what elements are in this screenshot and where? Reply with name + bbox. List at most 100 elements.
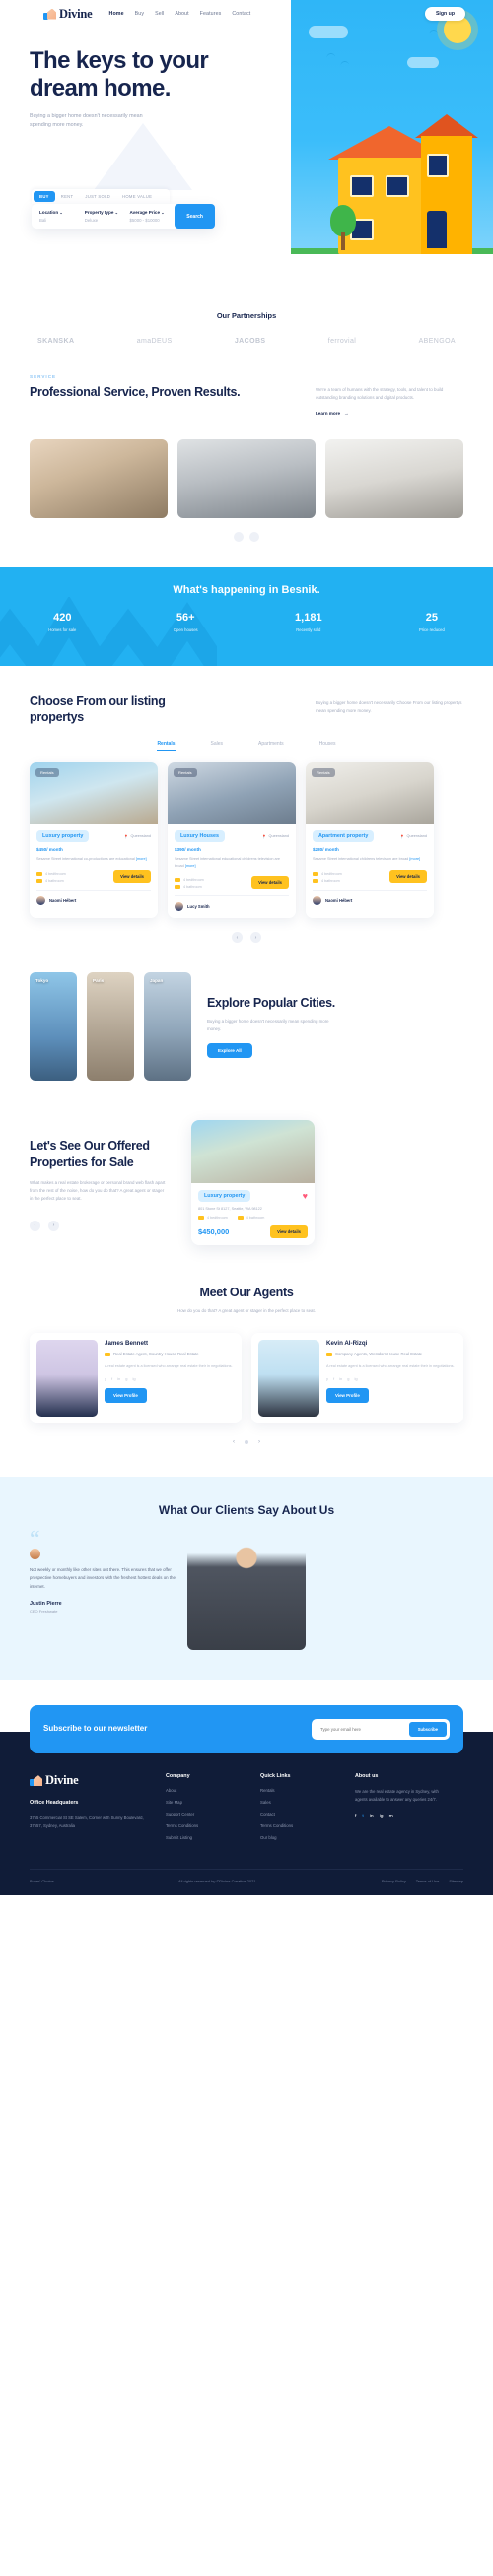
listing-agent[interactable]: Naomi Hébert [36,889,151,905]
carousel-dot[interactable] [245,1439,248,1444]
main-nav[interactable]: Divine Home Buy Sell About Features Cont… [0,0,291,28]
agent-card[interactable]: Kevin Al-Rizqi Company Agents, Westdorn … [251,1332,463,1423]
footer-link-support-center[interactable]: Support Center [166,1812,243,1816]
carousel-prev-button[interactable]: ‹ [30,1220,40,1231]
carousel-prev-button[interactable]: ‹ [232,932,243,944]
tab-sales[interactable]: Sales [211,741,224,751]
footer-sitemap-link[interactable]: Sitemap [449,1879,463,1883]
nav-item-sell[interactable]: Sell [155,11,164,17]
listing-more-link[interactable]: [more] [136,857,147,861]
agent-socials[interactable]: y f in g ig [326,1376,455,1381]
view-details-button[interactable]: View details [113,869,151,883]
subscribe-button[interactable]: Subscribe [408,1722,447,1738]
footer-link-contact[interactable]: Contact [260,1812,337,1816]
footer-link-rentals[interactable]: Rentals [260,1788,337,1793]
twitter-icon[interactable]: y [326,1376,328,1381]
listing-card[interactable]: Rentals Apartment property 📍 Queensland … [306,762,434,919]
facebook-icon[interactable]: f [355,1814,356,1819]
carousel-prev-button[interactable] [234,531,244,542]
carousel-next-button[interactable]: › [250,932,261,944]
view-profile-button[interactable]: View Profile [105,1387,147,1403]
footer-link-submit-listing[interactable]: Submit Listing [166,1835,243,1840]
footer-link-our-blog[interactable]: Our blog [260,1835,337,1840]
carousel-prev-button[interactable]: ‹ [233,1439,235,1445]
carousel-next-button[interactable]: › [48,1220,59,1231]
search-field-property-type[interactable]: Property type ⌄ Deluxe [85,210,130,223]
listing-agent[interactable]: Lucy Smith [175,895,289,912]
instagram-icon[interactable]: ig [354,1376,357,1381]
agent-socials[interactable]: y f in g ig [105,1376,233,1381]
search-field-average-price[interactable]: Average Price ⌄ $5000 - $10000 [130,210,176,223]
brand-logo[interactable]: Divine [43,7,93,22]
carousel-next-button[interactable] [249,531,259,542]
carousel-next-button[interactable]: › [258,1439,260,1445]
search-tab-buy[interactable]: BUY [34,191,55,202]
search-button[interactable]: Search [175,204,215,229]
listing-image: Rentals [306,762,434,825]
listings-tabs[interactable]: Rentals Sales Apartments Houses [30,741,463,752]
heart-icon[interactable]: ♥ [303,1191,308,1201]
google-icon[interactable]: g [125,1376,127,1381]
footer-link-about[interactable]: About [166,1788,243,1793]
nav-item-features[interactable]: Features [200,11,222,17]
learn-more-link[interactable]: Learn more → [316,411,349,416]
linkedin-icon[interactable]: in [370,1814,374,1819]
footer-brand-logo[interactable]: Divine [30,1773,148,1788]
footer-link-terms[interactable]: Terms Conditions [260,1823,337,1828]
agent-card[interactable]: James Bennett Real Estate Agent, Country… [30,1332,242,1423]
search-field-location[interactable]: Location ⌄ Bali [39,210,85,223]
view-details-button[interactable]: View details [251,876,289,890]
footer-terms-of-use-link[interactable]: Terms of Use [416,1879,440,1883]
twitter-icon[interactable]: t [362,1814,363,1819]
search-tab-just-sold[interactable]: JUST SOLD [79,191,116,202]
nav-item-buy[interactable]: Buy [135,11,144,17]
newsletter-email-input[interactable] [315,1727,409,1733]
agents-section: Meet Our Agents How do you do that? A gr… [0,1245,493,1445]
footer-privacy-policy-link[interactable]: Privacy Policy [382,1879,406,1883]
facebook-icon[interactable]: f [333,1376,334,1381]
newsletter-form[interactable]: Subscribe [312,1719,450,1741]
listing-more-link[interactable]: [more] [185,864,196,868]
nav-item-home[interactable]: Home [109,11,124,17]
offered-property-card[interactable]: Luxury property ♥ 801 Stone St 8127, Sea… [191,1120,315,1245]
view-details-button[interactable]: View details [389,869,427,883]
twitter-icon[interactable]: y [105,1376,106,1381]
listing-more-link[interactable]: [more] [409,857,420,861]
linkedin-icon[interactable]: in [117,1376,120,1381]
tab-rentals[interactable]: Rentals [157,741,176,752]
instagram-icon[interactable]: ig [380,1814,384,1819]
footer-bottom-links[interactable]: Privacy Policy Terms of Use Sitemap [382,1879,463,1883]
search-tabs[interactable]: BUY RENT JUST SOLD HOME VALUE [32,189,170,204]
footer-link-sitemap[interactable]: Site Map [166,1800,243,1805]
facebook-icon[interactable]: f [111,1376,112,1381]
agents-carousel-controls[interactable]: ‹ › [30,1439,463,1445]
nav-item-contact[interactable]: Contact [232,11,250,17]
footer-link-sales[interactable]: Sales [260,1800,337,1805]
listing-card[interactable]: Rentals Luxury Houses 📍 Queensland $390/… [168,762,296,919]
city-card[interactable]: Paris [87,972,134,1082]
offered-view-details-button[interactable]: View details [270,1224,308,1238]
google-icon[interactable]: g [347,1376,349,1381]
medium-icon[interactable]: m [389,1814,393,1819]
linkedin-icon[interactable]: in [339,1376,342,1381]
footer-socials[interactable]: f t in ig m [355,1814,450,1819]
nav-item-about[interactable]: About [175,11,188,17]
city-card[interactable]: Japan [144,972,191,1082]
city-card[interactable]: Tokyo [30,972,77,1082]
instagram-icon[interactable]: ig [132,1376,135,1381]
listing-agent[interactable]: Naomi Hébert [313,889,427,905]
search-tab-rent[interactable]: RENT [55,191,80,202]
tab-houses[interactable]: Houses [319,741,336,751]
footer-link-terms-conditions[interactable]: Terms Conditions [166,1823,243,1828]
offered-carousel-controls[interactable]: ‹ › [30,1220,177,1231]
listing-card[interactable]: Rentals Luxury property 📍 Queensland $45… [30,762,158,919]
signup-button[interactable]: Sign up [424,7,465,21]
view-profile-button[interactable]: View Profile [326,1387,369,1403]
service-carousel-controls[interactable] [30,531,463,542]
hero-search[interactable]: BUY RENT JUST SOLD HOME VALUE Location ⌄… [32,189,215,229]
tab-apartments[interactable]: Apartments [258,741,284,751]
search-bar[interactable]: Location ⌄ Bali Property type ⌄ Deluxe A… [32,204,215,229]
listings-carousel-controls[interactable]: ‹ › [30,932,463,944]
explore-all-button[interactable]: Explore All [207,1043,252,1059]
search-tab-home-value[interactable]: HOME VALUE [116,191,158,202]
